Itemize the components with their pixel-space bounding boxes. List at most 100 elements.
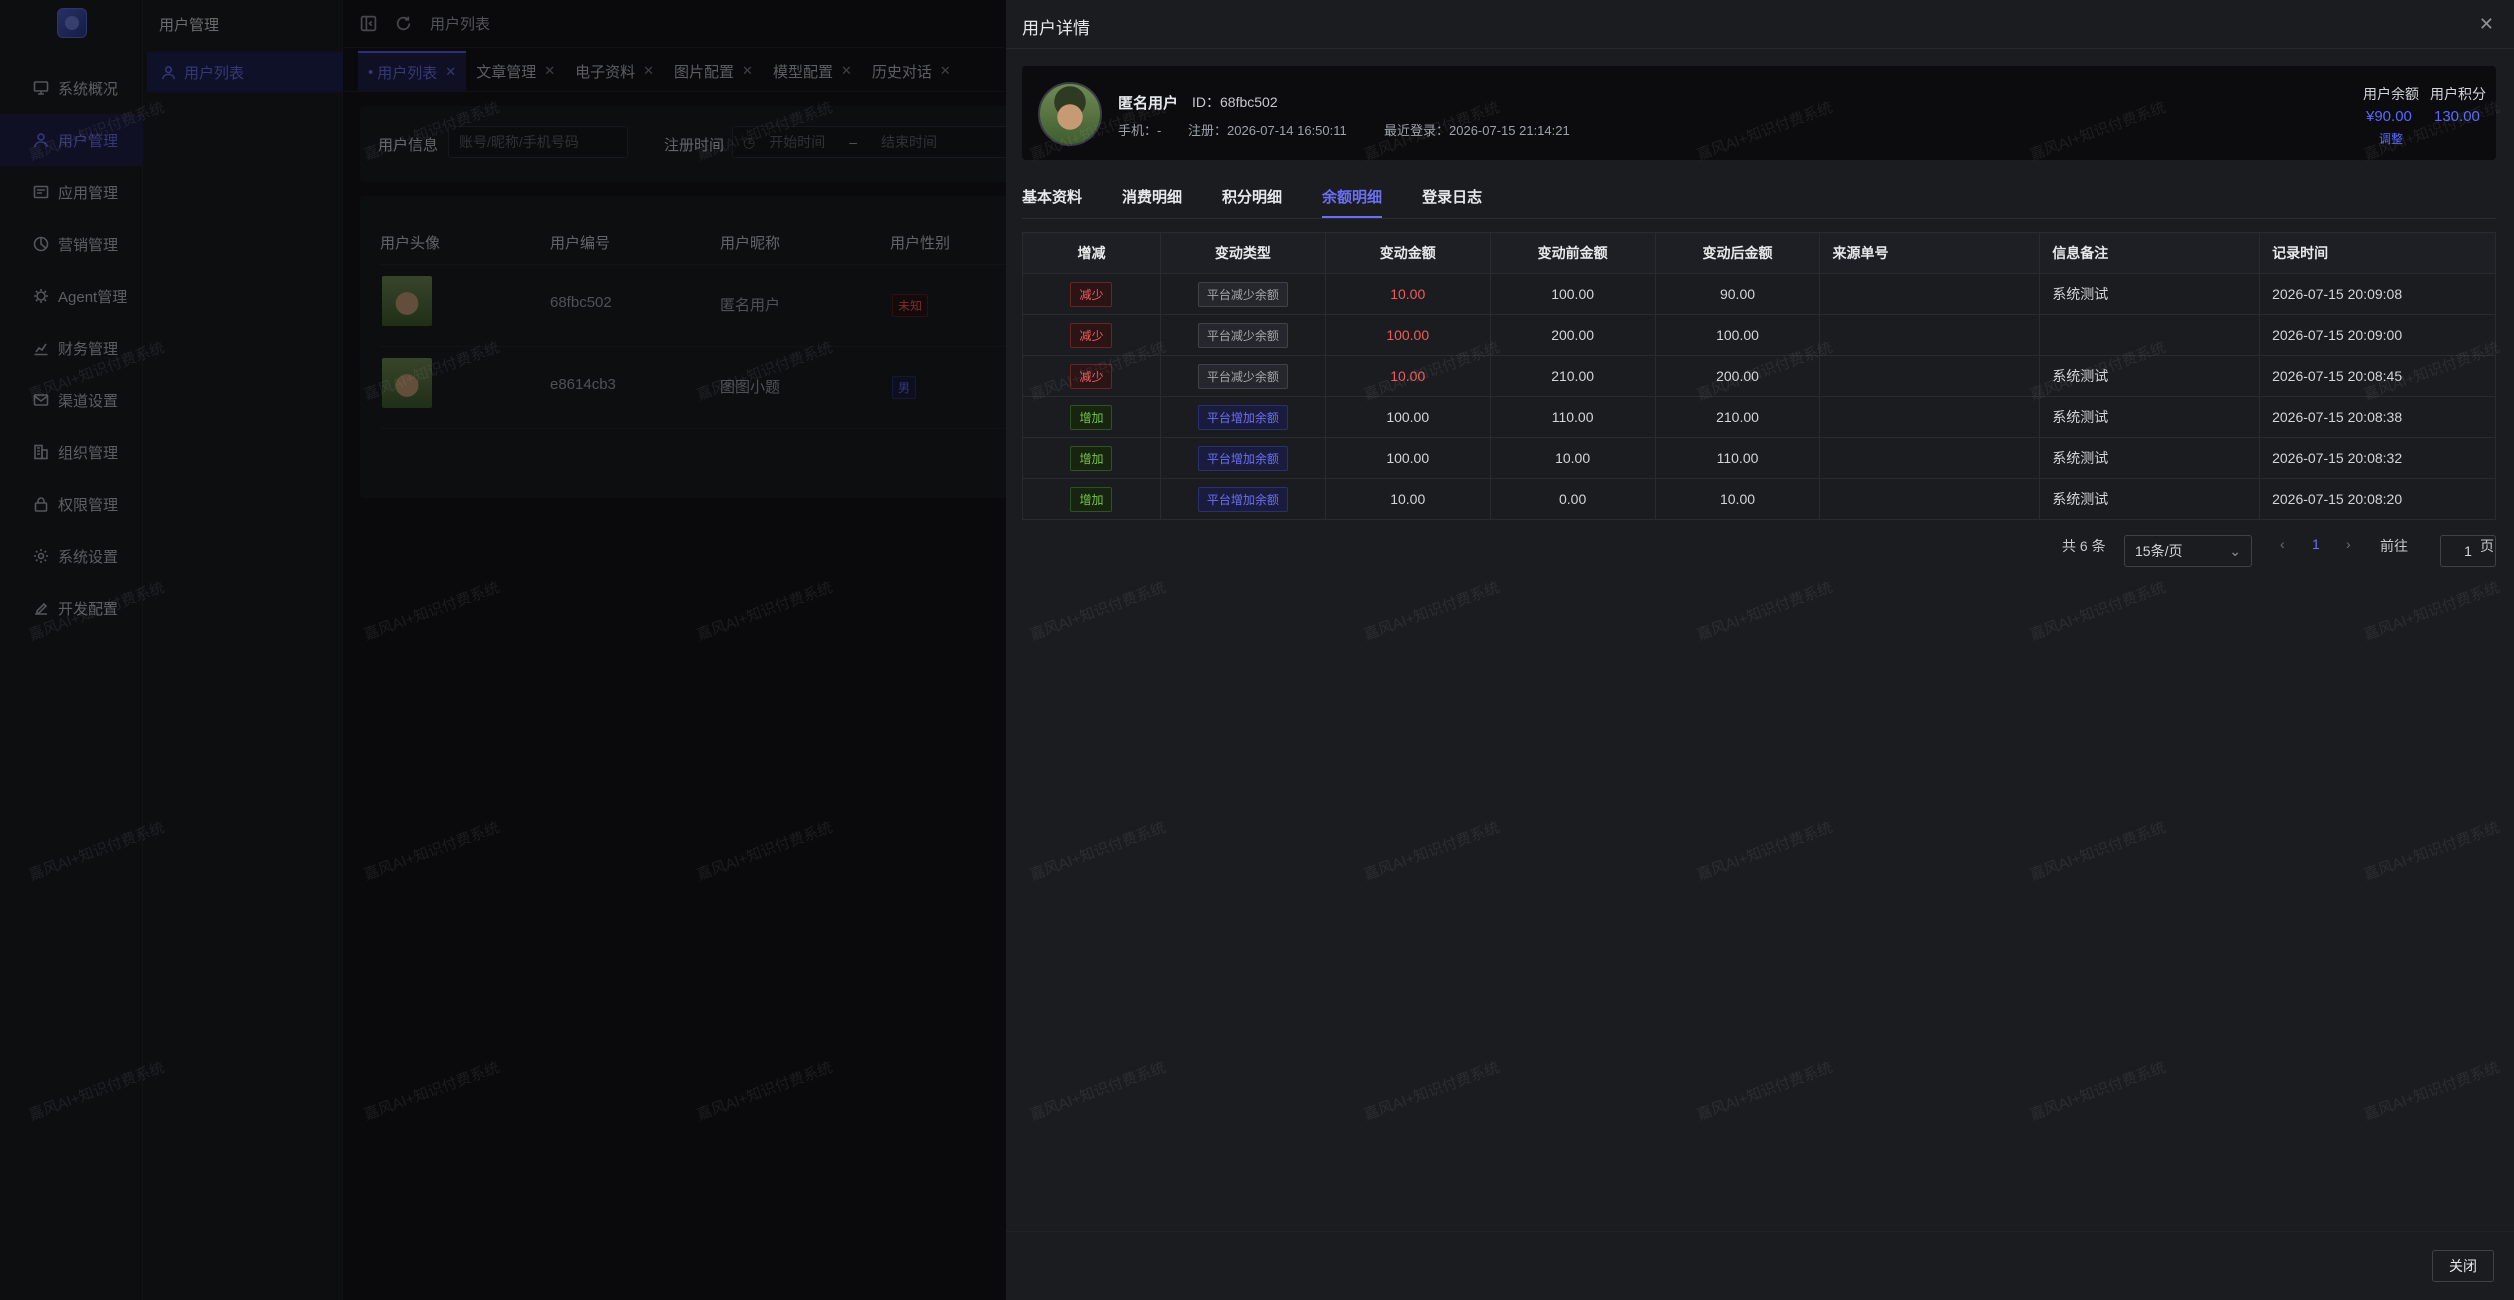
- badge-cell: 增加: [1022, 396, 1161, 438]
- badge-cell: 平台减少余额: [1159, 314, 1326, 356]
- sidebar-item-2[interactable]: 应用管理: [0, 166, 143, 218]
- agent-icon: [32, 287, 50, 305]
- close-tab-icon[interactable]: ✕: [841, 63, 852, 79]
- sidebar-item-6[interactable]: 渠道设置: [0, 374, 143, 426]
- detail-tab-2[interactable]: 积分明细: [1222, 184, 1282, 218]
- start-time-placeholder: 开始时间: [769, 134, 826, 150]
- sidebar-item-10[interactable]: 开发配置: [0, 582, 143, 634]
- tab-2[interactable]: 电子资料 ✕: [565, 51, 664, 91]
- user-icon: [162, 65, 175, 79]
- badge-cell: 平台减少余额: [1159, 273, 1326, 315]
- end-time-placeholder: 结束时间: [881, 134, 938, 150]
- next-page-button[interactable]: ›: [2346, 536, 2351, 552]
- tab-5[interactable]: 历史对话 ✕: [862, 51, 961, 91]
- close-tab-icon[interactable]: ✕: [643, 63, 654, 79]
- change-type-badge: 平台减少余额: [1197, 322, 1288, 348]
- adjust-balance-link[interactable]: 调整: [2379, 130, 2403, 147]
- close-tab-icon[interactable]: ✕: [445, 64, 456, 80]
- time-cell: 2026-07-15 20:08:20: [2259, 478, 2496, 520]
- tab-1[interactable]: 文章管理 ✕: [466, 51, 565, 91]
- table-row: 减少 平台减少余额 10.00 100.00 90.00 系统测试 2026-07-15 2…: [1022, 273, 2496, 315]
- page-size-value: 15条/页: [2135, 543, 2183, 559]
- col-change-type: 变动类型: [1159, 232, 1326, 274]
- avatar: [1038, 82, 1102, 146]
- col-source: 来源单号: [1819, 232, 2041, 274]
- table-row: 增加 平台增加余额 100.00 110.00 210.00 系统测试 2026-07-15…: [1022, 396, 2496, 438]
- user-detail-drawer: 用户详情 ✕ 匿名用户 ID：68fbc502 手机：- 注册：2026-07-…: [1006, 0, 2514, 1300]
- col-before: 变动前金额: [1489, 232, 1656, 274]
- after-cell: 90.00: [1654, 273, 1821, 315]
- tab-3[interactable]: 图片配置 ✕: [664, 51, 763, 91]
- filter-bar: 用户信息 账号/昵称/手机号码 注册时间 ◷ 开始时间 – 结束时间: [360, 106, 1032, 182]
- close-tab-icon[interactable]: ✕: [544, 63, 555, 79]
- row-divider: [380, 346, 1020, 347]
- sidebar-item-label: 开发配置: [58, 600, 119, 618]
- page-size-select[interactable]: 15条/页 ⌄: [2124, 535, 2252, 567]
- page-number-current[interactable]: 1: [2312, 536, 2320, 552]
- sidebar-item-5[interactable]: 财务管理: [0, 322, 143, 374]
- note-cell: 系统测试: [2039, 437, 2261, 479]
- mail-icon: [32, 391, 50, 409]
- close-button[interactable]: 关闭: [2432, 1250, 2494, 1282]
- chart-icon: [32, 339, 50, 357]
- table-row: 减少 平台减少余额 10.00 210.00 200.00 系统测试 2026-07-15 …: [1022, 355, 2496, 397]
- user-last-login: 最近登录：2026-07-15 21:14:21: [1384, 123, 1570, 138]
- page-suffix: 页: [2480, 538, 2494, 554]
- close-tab-icon[interactable]: ✕: [940, 63, 951, 79]
- after-cell: 100.00: [1654, 314, 1821, 356]
- col-gender: 用户性别: [890, 235, 951, 252]
- detail-tab-3[interactable]: 余额明细: [1322, 184, 1383, 218]
- sub-sidebar: 用户管理 用户列表: [143, 0, 343, 1300]
- tab-label: 历史对话: [871, 63, 932, 81]
- collapse-sidebar-icon[interactable]: [360, 15, 377, 32]
- sidebar-item-4[interactable]: Agent管理: [0, 270, 143, 322]
- sidebar-item-3[interactable]: 营销管理: [0, 218, 143, 270]
- amount-cell: 10.00: [1324, 355, 1491, 397]
- drawer-title: 用户详情: [1022, 19, 1090, 38]
- source-cell: [1819, 273, 2041, 315]
- user-register-time: 注册：2026-07-14 16:50:11: [1188, 123, 1347, 138]
- tab-label: 图片配置: [674, 63, 735, 81]
- before-cell: 210.00: [1489, 355, 1656, 397]
- sidebar-item-1[interactable]: 用户管理: [0, 114, 143, 166]
- change-type-badge: 平台减少余额: [1197, 363, 1288, 389]
- direction-badge: 增加: [1070, 404, 1113, 430]
- time-cell: 2026-07-15 20:08:38: [2259, 396, 2496, 438]
- detail-tab-1[interactable]: 消费明细: [1122, 184, 1182, 218]
- divider: [1006, 1231, 2514, 1232]
- user-name: 匿名用户: [1118, 95, 1179, 112]
- user-icon: [32, 131, 50, 149]
- row-divider: [380, 428, 1020, 429]
- sidebar-item-0[interactable]: 系统概况: [0, 62, 143, 114]
- prev-page-button[interactable]: ‹: [2280, 536, 2285, 552]
- tab-0[interactable]: • 用户列表 ✕: [358, 51, 467, 91]
- detail-tab-4[interactable]: 登录日志: [1422, 184, 1482, 218]
- badge-cell: 减少: [1022, 355, 1161, 397]
- close-icon[interactable]: ✕: [2479, 14, 2494, 35]
- sidebar-item-9[interactable]: 系统设置: [0, 530, 143, 582]
- app-logo[interactable]: [57, 8, 87, 38]
- user-id-value: 68fbc502: [1220, 94, 1278, 110]
- sidebar-item-label: 系统设置: [58, 548, 119, 566]
- badge-cell: 增加: [1022, 437, 1161, 479]
- chevron-down-icon: ⌄: [2229, 542, 2241, 559]
- sidebar-item-8[interactable]: 权限管理: [0, 478, 143, 530]
- detail-tab-0[interactable]: 基本资料: [1022, 184, 1082, 218]
- subsidebar-item-user-list[interactable]: 用户列表: [147, 52, 343, 92]
- col-nickname: 用户昵称: [720, 235, 781, 252]
- sidebar-item-7[interactable]: 组织管理: [0, 426, 143, 478]
- before-cell: 0.00: [1489, 478, 1656, 520]
- direction-badge: 增加: [1070, 486, 1113, 512]
- after-cell: 200.00: [1654, 355, 1821, 397]
- tab-4[interactable]: 模型配置 ✕: [763, 51, 862, 91]
- time-cell: 2026-07-15 20:09:08: [2259, 273, 2496, 315]
- user-phone: 手机：-: [1118, 123, 1162, 138]
- refresh-icon[interactable]: [395, 15, 412, 32]
- clock-icon: ◷: [743, 133, 756, 150]
- user-info-input[interactable]: 账号/昵称/手机号码: [448, 126, 628, 158]
- avatar: [382, 276, 432, 326]
- balance-label: 用户余额: [2363, 86, 2419, 102]
- close-tab-icon[interactable]: ✕: [742, 63, 753, 79]
- reg-time-range[interactable]: ◷ 开始时间 – 结束时间: [732, 126, 1032, 158]
- app-icon: [32, 183, 50, 201]
